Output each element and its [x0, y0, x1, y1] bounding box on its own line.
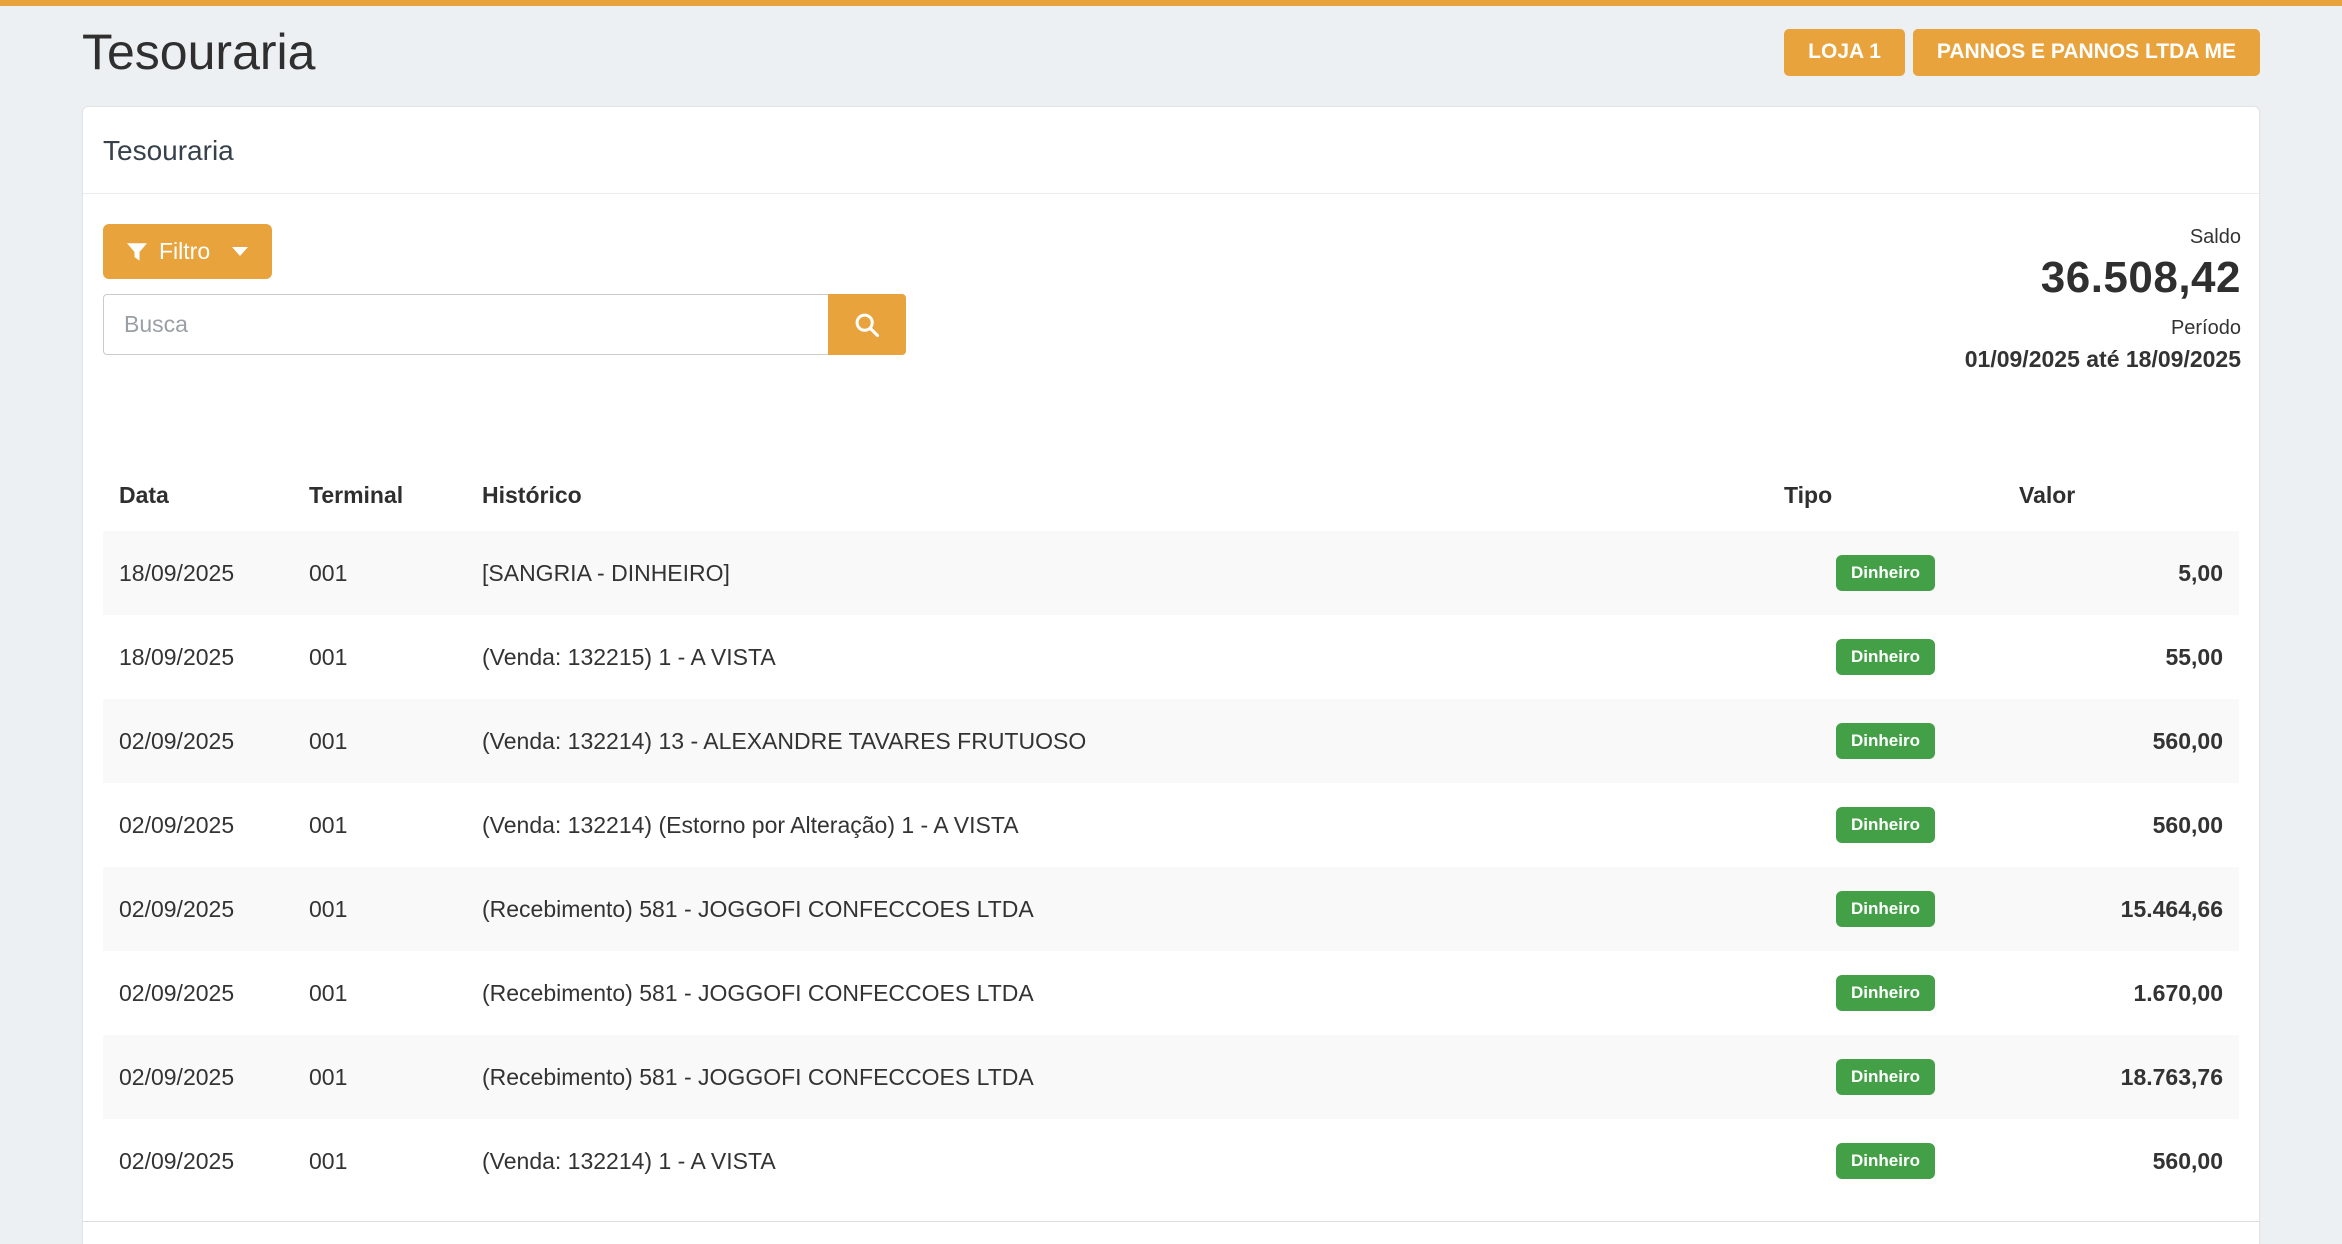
saldo-value: 36.508,42: [1965, 253, 2241, 303]
cell-data: 02/09/2025: [103, 783, 293, 867]
tipo-badge: Dinheiro: [1836, 1059, 1935, 1095]
search-button[interactable]: [828, 294, 906, 355]
cell-valor: 560,00: [2003, 783, 2239, 867]
search-input[interactable]: [103, 294, 828, 355]
cell-terminal: 001: [293, 615, 466, 699]
cell-historico: (Recebimento) 581 - JOGGOFI CONFECCOES L…: [466, 867, 1768, 951]
page-header: Tesouraria LOJA 1 PANNOS E PANNOS LTDA M…: [0, 6, 2342, 106]
page-title: Tesouraria: [82, 22, 315, 82]
cell-historico: (Recebimento) 581 - JOGGOFI CONFECCOES L…: [466, 951, 1768, 1035]
table-row[interactable]: 02/09/2025 001 (Recebimento) 581 - JOGGO…: [103, 951, 2239, 1035]
cell-terminal: 001: [293, 1035, 466, 1119]
cell-tipo: Dinheiro: [1768, 531, 2003, 615]
cell-historico: (Venda: 132215) 1 - A VISTA: [466, 615, 1768, 699]
table-total: Total - 8 encontrado(s): [83, 1221, 2259, 1244]
cell-terminal: 001: [293, 867, 466, 951]
table-row[interactable]: 02/09/2025 001 (Recebimento) 581 - JOGGO…: [103, 867, 2239, 951]
cell-data: 18/09/2025: [103, 531, 293, 615]
table-row[interactable]: 02/09/2025 001 (Venda: 132214) (Estorno …: [103, 783, 2239, 867]
cell-terminal: 001: [293, 531, 466, 615]
cell-tipo: Dinheiro: [1768, 1119, 2003, 1203]
cell-data: 02/09/2025: [103, 867, 293, 951]
cell-terminal: 001: [293, 699, 466, 783]
saldo-label: Saldo: [1965, 226, 2241, 249]
store-button[interactable]: LOJA 1: [1784, 29, 1905, 76]
tipo-badge: Dinheiro: [1836, 807, 1935, 843]
column-header-tipo: Tipo: [1768, 460, 2003, 531]
cell-valor: 15.464,66: [2003, 867, 2239, 951]
header-buttons: LOJA 1 PANNOS E PANNOS LTDA ME: [1784, 29, 2260, 76]
cell-terminal: 001: [293, 1119, 466, 1203]
cell-tipo: Dinheiro: [1768, 615, 2003, 699]
transactions-table: Data Terminal Histórico Tipo Valor 18/09…: [103, 460, 2239, 1203]
table-row[interactable]: 18/09/2025 001 [SANGRIA - DINHEIRO] Dinh…: [103, 531, 2239, 615]
tipo-badge: Dinheiro: [1836, 891, 1935, 927]
cell-valor: 5,00: [2003, 531, 2239, 615]
table-row[interactable]: 02/09/2025 001 (Recebimento) 581 - JOGGO…: [103, 1035, 2239, 1119]
treasury-card: Tesouraria Filtro: [82, 106, 2260, 1244]
periodo-value: 01/09/2025 até 18/09/2025: [1965, 346, 2241, 373]
cell-historico: (Venda: 132214) 13 - ALEXANDRE TAVARES F…: [466, 699, 1768, 783]
filter-button[interactable]: Filtro: [103, 224, 272, 279]
tipo-badge: Dinheiro: [1836, 723, 1935, 759]
cell-tipo: Dinheiro: [1768, 783, 2003, 867]
table-body: 18/09/2025 001 [SANGRIA - DINHEIRO] Dinh…: [103, 531, 2239, 1203]
tipo-badge: Dinheiro: [1836, 975, 1935, 1011]
table-row[interactable]: 02/09/2025 001 (Venda: 132214) 1 - A VIS…: [103, 1119, 2239, 1203]
cell-historico: (Recebimento) 581 - JOGGOFI CONFECCOES L…: [466, 1035, 1768, 1119]
cell-tipo: Dinheiro: [1768, 867, 2003, 951]
company-button[interactable]: PANNOS E PANNOS LTDA ME: [1913, 29, 2260, 76]
tipo-badge: Dinheiro: [1836, 555, 1935, 591]
page: Tesouraria LOJA 1 PANNOS E PANNOS LTDA M…: [0, 0, 2342, 1244]
cell-valor: 560,00: [2003, 1119, 2239, 1203]
column-header-data: Data: [103, 460, 293, 531]
table-row[interactable]: 18/09/2025 001 (Venda: 132215) 1 - A VIS…: [103, 615, 2239, 699]
tipo-badge: Dinheiro: [1836, 639, 1935, 675]
filter-button-label: Filtro: [159, 238, 210, 265]
cell-data: 02/09/2025: [103, 951, 293, 1035]
cell-terminal: 001: [293, 783, 466, 867]
cell-tipo: Dinheiro: [1768, 951, 2003, 1035]
search-row: [103, 294, 906, 355]
tipo-badge: Dinheiro: [1836, 1143, 1935, 1179]
cell-valor: 18.763,76: [2003, 1035, 2239, 1119]
filter-funnel-icon: [127, 242, 147, 262]
cell-data: 18/09/2025: [103, 615, 293, 699]
column-header-terminal: Terminal: [293, 460, 466, 531]
cell-tipo: Dinheiro: [1768, 699, 2003, 783]
cell-historico: (Venda: 132214) (Estorno por Alteração) …: [466, 783, 1768, 867]
periodo-label: Período: [1965, 317, 2241, 340]
table-row[interactable]: 02/09/2025 001 (Venda: 132214) 13 - ALEX…: [103, 699, 2239, 783]
column-header-valor: Valor: [2003, 460, 2239, 531]
summary-panel: Saldo 36.508,42 Período 01/09/2025 até 1…: [1965, 226, 2241, 373]
cell-historico: (Venda: 132214) 1 - A VISTA: [466, 1119, 1768, 1203]
cell-data: 02/09/2025: [103, 1119, 293, 1203]
cell-terminal: 001: [293, 951, 466, 1035]
cell-tipo: Dinheiro: [1768, 1035, 2003, 1119]
card-body: Filtro Saldo 36.508,42 Período: [83, 194, 2259, 1203]
cell-historico: [SANGRIA - DINHEIRO]: [466, 531, 1768, 615]
cell-valor: 1.670,00: [2003, 951, 2239, 1035]
chevron-down-icon: [232, 247, 248, 256]
card-header: Tesouraria: [83, 107, 2259, 194]
search-icon: [853, 311, 881, 339]
cell-valor: 560,00: [2003, 699, 2239, 783]
cell-valor: 55,00: [2003, 615, 2239, 699]
table-header: Data Terminal Histórico Tipo Valor: [103, 460, 2239, 531]
column-header-historico: Histórico: [466, 460, 1768, 531]
cell-data: 02/09/2025: [103, 699, 293, 783]
cell-data: 02/09/2025: [103, 1035, 293, 1119]
